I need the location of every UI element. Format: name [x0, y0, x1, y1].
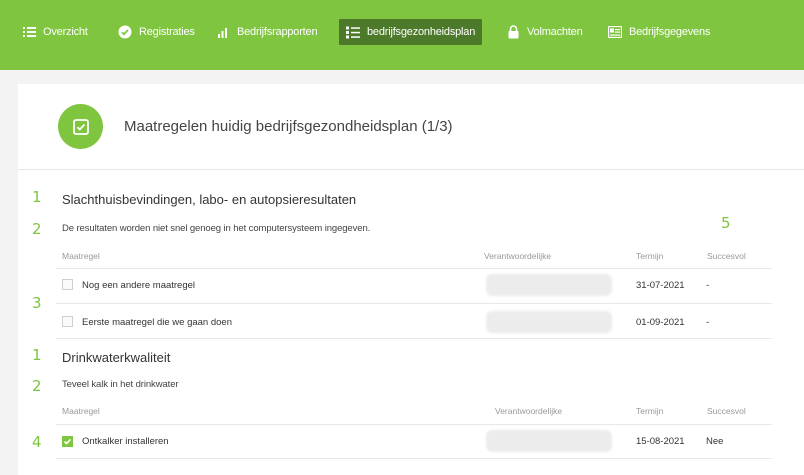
nav-label: Bedrijfsrapporten — [237, 26, 318, 38]
nav-item-registraties[interactable]: Registraties — [118, 19, 195, 45]
row-measure: Ontkalker installeren — [82, 436, 169, 447]
column-header-success: Succesvol — [707, 251, 746, 261]
checkbox-badge-icon — [58, 104, 103, 149]
nav-item-overzicht[interactable]: Overzicht — [22, 19, 88, 45]
divider — [56, 338, 772, 339]
column-header-responsible: Verantwoordelijke — [495, 406, 563, 416]
section-description: De resultaten worden niet snel genoeg in… — [62, 223, 371, 234]
nav-label: Overzicht — [43, 26, 88, 38]
nav-label: Registraties — [139, 26, 195, 38]
lock-icon — [506, 25, 520, 39]
row-checkbox[interactable] — [62, 316, 73, 327]
column-header-term: Termijn — [636, 251, 664, 261]
annotation-marker: 5 — [721, 214, 731, 232]
divider — [56, 458, 772, 459]
row-term: 15-08-2021 — [636, 436, 685, 447]
nav-label: Bedrijfsgegevens — [629, 26, 711, 38]
row-checkbox-checked[interactable] — [62, 436, 73, 447]
row-measure: Nog een andere maatregel — [82, 280, 196, 291]
check-circle-icon — [118, 25, 132, 39]
section-description: Teveel kalk in het drinkwater — [62, 379, 179, 390]
top-navigation: Overzicht Registraties Bedrijfsrapporten… — [0, 0, 804, 70]
annotation-marker: 4 — [32, 433, 42, 451]
column-header-term: Termijn — [636, 406, 664, 416]
checklist-icon — [346, 25, 360, 39]
responsible-redacted — [486, 311, 612, 333]
divider — [56, 424, 772, 425]
column-header-responsible: Verantwoordelijke — [484, 251, 552, 261]
card-icon — [608, 25, 622, 39]
nav-item-bedrijfsgezonheidsplan[interactable]: bedrijfsgezonheidsplan — [339, 19, 483, 45]
nav-item-volmachten[interactable]: Volmachten — [506, 19, 583, 45]
annotation-marker: 1 — [32, 188, 42, 206]
column-header-measure: Maatregel — [62, 251, 100, 261]
responsible-redacted — [486, 430, 612, 452]
column-header-measure: Maatregel — [62, 406, 100, 416]
health-plan-card: Maatregelen huidig bedrijfsgezondheidspl… — [18, 84, 804, 475]
annotation-marker: 2 — [32, 377, 42, 395]
row-term: 01-09-2021 — [636, 317, 685, 328]
nav-label: bedrijfsgezonheidsplan — [367, 26, 476, 38]
list-icon — [22, 25, 36, 39]
row-term: 31-07-2021 — [636, 280, 685, 291]
plan-header: Maatregelen huidig bedrijfsgezondheidspl… — [18, 84, 804, 170]
column-header-success: Succesvol — [707, 406, 746, 416]
row-success: Nee — [706, 436, 724, 447]
annotation-marker: 2 — [32, 220, 42, 238]
bar-chart-icon — [216, 25, 230, 39]
nav-label: Volmachten — [527, 26, 583, 38]
nav-item-bedrijfsgegevens[interactable]: Bedrijfsgegevens — [608, 19, 710, 45]
page-title: Maatregelen huidig bedrijfsgezondheidspl… — [124, 118, 453, 135]
nav-item-bedrijfsrapporten[interactable]: Bedrijfsrapporten — [216, 19, 318, 45]
divider — [56, 303, 772, 304]
row-success: - — [706, 317, 710, 328]
annotation-marker: 1 — [32, 346, 42, 364]
responsible-redacted — [486, 274, 612, 296]
divider — [56, 268, 772, 269]
checkmark-icon — [63, 438, 72, 445]
section-title: Slachthuisbevindingen, labo- en autopsie… — [62, 192, 357, 207]
section-title: Drinkwaterkwaliteit — [62, 350, 171, 365]
row-checkbox[interactable] — [62, 279, 73, 290]
row-success: - — [706, 280, 710, 291]
row-measure: Eerste maatregel die we gaan doen — [82, 317, 232, 328]
annotation-marker: 3 — [32, 294, 42, 312]
